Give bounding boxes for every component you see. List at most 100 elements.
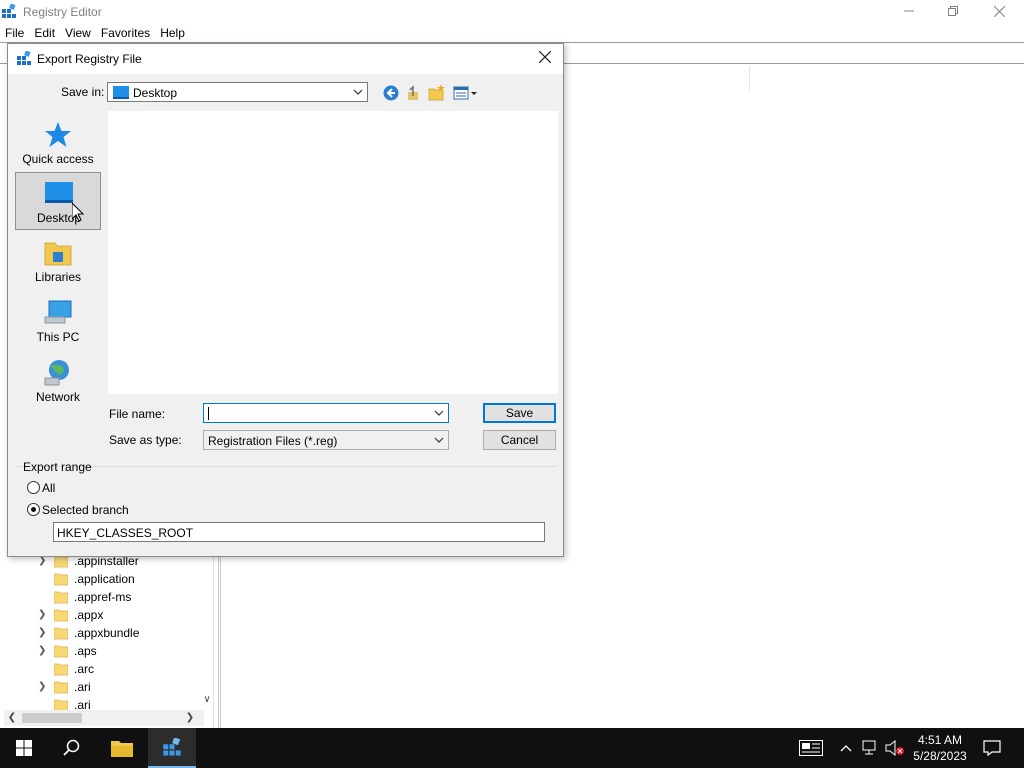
place-label: Desktop — [36, 211, 82, 225]
dialog-titlebar[interactable]: Export Registry File — [8, 44, 563, 74]
search-button[interactable] — [48, 728, 96, 768]
all-radio-label[interactable]: All — [42, 481, 55, 495]
show-hidden-icons-button[interactable] — [838, 728, 854, 768]
tree-item-label: .arc — [74, 662, 95, 676]
menu-favorites[interactable]: Favorites — [96, 24, 155, 42]
scrollbar-thumb[interactable] — [22, 713, 82, 723]
search-icon — [63, 739, 80, 756]
folder-icon — [54, 591, 68, 604]
tree-item[interactable]: ❯ .ari — [22, 678, 212, 696]
file-explorer-button[interactable] — [98, 728, 146, 768]
tree-item-label: .application — [74, 572, 135, 586]
place-network[interactable]: Network — [15, 352, 101, 410]
chevron-right-icon[interactable]: ❯ — [38, 680, 48, 694]
selected-branch-radio[interactable] — [27, 503, 40, 516]
chevron-down-icon — [434, 437, 444, 443]
tree-item[interactable]: .arc — [22, 660, 212, 678]
clock-time: 4:51 AM — [917, 733, 963, 747]
restore-button[interactable] — [930, 0, 976, 22]
menu-edit[interactable]: Edit — [29, 24, 60, 42]
file-name-input[interactable] — [203, 403, 449, 423]
tree-item[interactable]: ❯ .appxbundle — [22, 624, 212, 642]
close-icon — [993, 5, 1005, 17]
tree-item-label: .aps — [74, 644, 97, 658]
place-label: Libraries — [34, 270, 82, 284]
all-radio[interactable] — [27, 481, 40, 494]
place-label: Quick access — [22, 152, 94, 166]
place-label: Network — [35, 390, 80, 404]
desktop-icon — [113, 86, 129, 99]
export-registry-dialog: Export Registry File Save in: Desktop Qu… — [7, 43, 564, 557]
computer-icon — [44, 300, 72, 324]
notification-center-button[interactable] — [980, 728, 1004, 768]
scroll-down-button[interactable]: ∨ — [200, 694, 214, 710]
selected-branch-label[interactable]: Selected branch — [42, 503, 129, 517]
tree-item[interactable]: ❯ .appx — [22, 606, 212, 624]
clock-date: 5/28/2023 — [913, 749, 967, 763]
folder-icon — [54, 681, 68, 694]
start-button[interactable] — [0, 728, 48, 768]
network-icon — [44, 360, 69, 386]
places-bar: Quick access Desktop Libraries This PC N… — [15, 114, 101, 409]
back-button[interactable] — [382, 84, 400, 102]
notification-icon — [983, 740, 1001, 756]
save-in-value: Desktop — [133, 86, 178, 100]
network-tray-button[interactable] — [860, 728, 882, 768]
menu-help[interactable]: Help — [155, 24, 190, 42]
branch-value: HKEY_CLASSES_ROOT — [57, 526, 194, 540]
save-as-type-value: Registration Files (*.reg) — [208, 434, 338, 448]
scroll-left-icon[interactable]: ❮ — [4, 710, 20, 726]
view-menu-button[interactable] — [453, 84, 479, 102]
view-menu-icon — [453, 86, 477, 100]
minimize-icon — [904, 10, 914, 12]
network-icon — [862, 740, 876, 755]
file-name-label: File name: — [109, 407, 166, 421]
folder-icon — [111, 741, 133, 757]
tree-item-label: .appxbundle — [74, 626, 140, 640]
new-folder-icon — [428, 84, 445, 101]
save-button[interactable]: Save — [483, 403, 556, 423]
place-label: This PC — [36, 330, 80, 344]
column-divider — [749, 66, 750, 90]
folder-icon — [54, 645, 68, 658]
tree-item[interactable]: ❯ .aps — [22, 642, 212, 660]
scroll-right-icon[interactable]: ❯ — [182, 710, 198, 726]
menu-file[interactable]: File — [0, 24, 29, 42]
save-in-dropdown[interactable]: Desktop — [107, 82, 368, 102]
cancel-button[interactable]: Cancel — [483, 430, 556, 450]
place-libraries[interactable]: Libraries — [15, 232, 101, 290]
mouse-cursor-icon — [72, 203, 84, 222]
file-list[interactable] — [108, 111, 558, 394]
export-range-label: Export range — [23, 460, 92, 474]
dialog-close-button[interactable] — [533, 48, 557, 70]
clock[interactable]: 4:51 AM 5/28/2023 — [902, 732, 978, 764]
chevron-right-icon[interactable]: ❯ — [38, 608, 48, 622]
libraries-icon — [44, 242, 72, 266]
registry-titlebar[interactable]: Registry Editor — [0, 0, 1024, 22]
tree-item[interactable]: .appref-ms — [22, 588, 212, 606]
chevron-down-icon[interactable] — [433, 406, 445, 420]
menu-view[interactable]: View — [60, 24, 96, 42]
selected-branch-input[interactable]: HKEY_CLASSES_ROOT — [53, 522, 545, 542]
minimize-button[interactable] — [886, 0, 932, 22]
menu-bar: File Edit View Favorites Help — [0, 24, 190, 42]
folder-icon — [54, 573, 68, 586]
chevron-down-icon — [353, 89, 363, 95]
registry-editor-icon — [163, 738, 181, 756]
save-as-type-dropdown[interactable]: Registration Files (*.reg) — [203, 430, 449, 450]
up-folder-button[interactable] — [405, 84, 423, 102]
registry-editor-taskbar-button[interactable] — [148, 728, 196, 768]
place-quick-access[interactable]: Quick access — [15, 114, 101, 172]
tree-item-label: .appx — [74, 608, 104, 622]
place-this-pc[interactable]: This PC — [15, 292, 101, 350]
place-desktop[interactable]: Desktop — [15, 172, 101, 230]
up-folder-icon — [408, 85, 418, 100]
chevron-right-icon[interactable]: ❯ — [38, 644, 48, 658]
news-widget-button[interactable] — [796, 728, 826, 768]
new-folder-button[interactable] — [428, 84, 446, 102]
horizontal-scrollbar[interactable]: ❮ ❯ — [4, 710, 204, 726]
tree-item[interactable]: .application — [22, 570, 212, 588]
tree-item-label: .ari — [74, 680, 91, 694]
chevron-right-icon[interactable]: ❯ — [38, 626, 48, 640]
close-button[interactable] — [976, 0, 1022, 22]
